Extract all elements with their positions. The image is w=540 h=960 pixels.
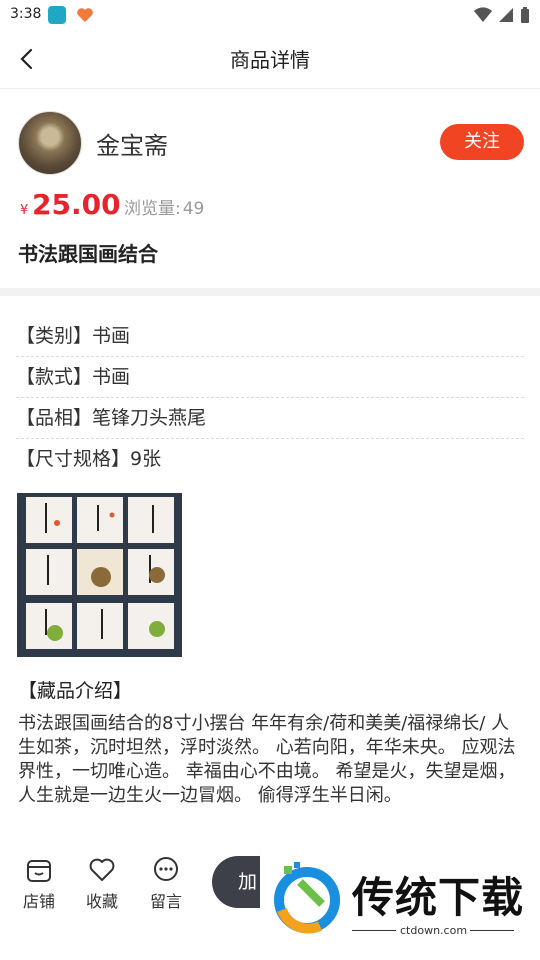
section-divider — [0, 288, 540, 296]
favorite-button[interactable]: 收藏 — [74, 856, 130, 912]
attribute-label: 【尺寸规格】 — [16, 448, 131, 470]
attribute-value: 书画 — [92, 366, 131, 388]
heart-notification-icon — [77, 8, 93, 22]
message-label: 留言 — [149, 892, 182, 911]
message-button[interactable]: 留言 — [138, 856, 194, 912]
watermark-line — [470, 930, 514, 931]
product-title: 书法跟国画结合 — [18, 242, 158, 266]
view-count-value: 49 — [182, 199, 205, 219]
attribute-value: 笔锋刀头燕尾 — [92, 407, 207, 429]
shop-button[interactable]: 店铺 — [11, 856, 67, 912]
attribute-row-category: 【类别】 书画 — [16, 316, 524, 357]
page-title: 商品详情 — [230, 48, 310, 72]
artwork-strokes — [45, 503, 165, 641]
intro-text: 书法跟国画结合的8寸小摆台 年年有余/荷和美美/福禄绵长/ 人生如茶，沉时坦然，… — [18, 713, 516, 806]
watermark-line — [352, 930, 396, 931]
heart-icon — [89, 858, 115, 881]
shop-icon — [27, 860, 51, 882]
battery-icon — [521, 7, 529, 23]
status-icons — [474, 6, 530, 24]
wifi-icon — [474, 7, 492, 23]
chat-bubble-icon — [154, 857, 178, 881]
attribute-list: 【类别】 书画 【款式】 书画 【品相】 笔锋刀头燕尾 【尺寸规格】 9张 — [16, 316, 524, 479]
attribute-label: 【品相】 — [16, 407, 93, 429]
top-navigation-bar: 商品详情 — [0, 30, 540, 89]
watermark-title: 传统下载 — [352, 873, 525, 922]
attribute-row-style: 【款式】 书画 — [16, 357, 524, 398]
seller-avatar[interactable] — [18, 111, 82, 175]
app-notification-icon — [48, 6, 66, 24]
attribute-label: 【类别】 — [16, 325, 93, 347]
watermark-url: ctdown.com — [400, 924, 468, 937]
seller-section: 金宝斋 关注 ¥ 25.00 浏览量: 49 书法跟国画结合 — [0, 96, 540, 286]
attribute-value: 书画 — [92, 325, 131, 347]
attribute-row-condition: 【品相】 笔锋刀头燕尾 — [16, 398, 524, 439]
intro-heading: 【藏品介绍】 — [18, 680, 133, 702]
attribute-label: 【款式】 — [16, 366, 93, 388]
signal-icon — [499, 8, 513, 22]
follow-button[interactable]: 关注 — [440, 124, 524, 160]
currency-symbol: ¥ — [20, 203, 29, 218]
status-bar: 3:38 — [0, 0, 540, 30]
view-count: 浏览量: 49 — [124, 194, 204, 219]
product-price: 25.00 — [32, 188, 121, 221]
attribute-row-size: 【尺寸规格】 9张 — [16, 439, 524, 479]
watermark-logo-icon — [274, 862, 340, 934]
favorite-label: 收藏 — [85, 892, 118, 911]
seller-name[interactable]: 金宝斋 — [96, 126, 168, 161]
view-count-label: 浏览量: — [124, 199, 181, 219]
product-image[interactable] — [17, 493, 182, 657]
watermark-overlay: 传统下载 ctdown.com — [260, 846, 540, 946]
status-time: 3:38 — [10, 6, 42, 22]
attribute-value: 9张 — [130, 448, 162, 470]
shop-label: 店铺 — [22, 892, 55, 911]
